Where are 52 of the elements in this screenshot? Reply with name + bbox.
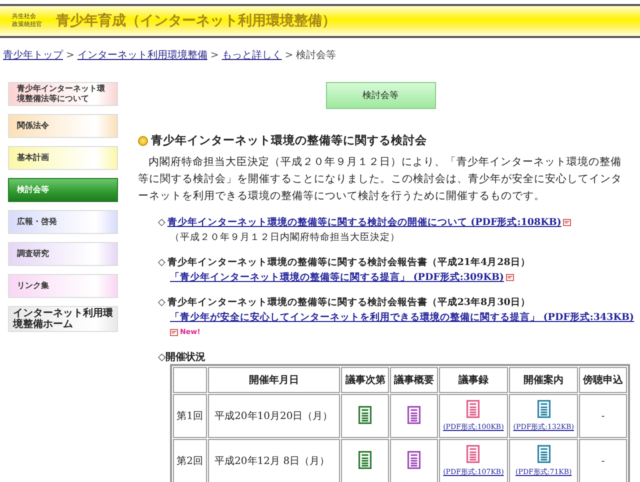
sidebar-item[interactable]: リンク集 bbox=[8, 274, 118, 298]
document-link[interactable]: 「青少年が安全に安心してインターネットを利用できる環境の整備に関する提言」 (PDF形式:343KB) bbox=[170, 310, 634, 325]
table-cell: - bbox=[579, 439, 627, 482]
column-header: 傍聴申込 bbox=[579, 367, 627, 393]
sidebar-item[interactable]: 青少年インターネット環境整備法等について bbox=[8, 82, 118, 106]
document-link[interactable]: 青少年インターネット環境の整備等に関する検討会の開催について (PDF形式:108KB) bbox=[167, 215, 562, 230]
column-header: 開催年月日 bbox=[208, 367, 340, 393]
breadcrumb-link[interactable]: もっと詳しく bbox=[222, 48, 282, 62]
table-cell: - bbox=[579, 394, 627, 438]
sidebar-item[interactable]: 調査研究 bbox=[8, 242, 118, 266]
table-cell: 平成20年12月 8日（月） bbox=[208, 439, 340, 482]
sidebar-item[interactable]: 基本計画 bbox=[8, 146, 118, 170]
document-note: （平成２０年９月１２日内閣府特命担当大臣決定） bbox=[170, 231, 400, 245]
document-icon[interactable] bbox=[466, 400, 480, 418]
sidebar-item[interactable]: 関係法令 bbox=[8, 114, 118, 138]
column-header: 議事次第 bbox=[341, 367, 390, 393]
bullet-dot-icon bbox=[138, 136, 148, 146]
document-icon[interactable] bbox=[536, 445, 551, 463]
column-header: 開催案内 bbox=[509, 367, 578, 393]
sidebar-item[interactable]: 広報・啓発 bbox=[8, 210, 118, 234]
column-header: 議事概要 bbox=[390, 367, 438, 393]
document-icon[interactable] bbox=[407, 406, 422, 424]
table-cell: 第1回 bbox=[173, 394, 207, 438]
document-title: 青少年インターネット環境の整備等に関する検討会報告書（平成21年4月28日） bbox=[167, 256, 530, 270]
document-icon bbox=[170, 329, 178, 336]
section-title: 青少年インターネット環境の整備等に関する検討会 bbox=[151, 133, 427, 148]
table-cell: 平成20年10月20日（月） bbox=[208, 394, 340, 438]
bullet-mark: ◇ bbox=[158, 216, 166, 230]
table-title: ◇開催状況 bbox=[158, 350, 207, 364]
document-icon[interactable] bbox=[358, 450, 372, 468]
breadcrumb-current: 検討会等 bbox=[296, 48, 336, 62]
table-cell: 第2回 bbox=[173, 439, 207, 482]
document-link[interactable]: 「青少年インターネット環境の整備等に関する提言」 (PDF形式:309KB) bbox=[170, 270, 504, 285]
document-icon[interactable] bbox=[358, 406, 372, 424]
breadcrumb-separator: > bbox=[66, 50, 74, 60]
document-icon bbox=[506, 274, 514, 281]
breadcrumb-link[interactable]: 青少年トップ bbox=[3, 48, 63, 62]
document-icon bbox=[563, 219, 572, 226]
sidebar-item[interactable]: インターネット利用環境整備ホーム bbox=[8, 306, 118, 332]
breadcrumb-link[interactable]: インターネット利用環境整備 bbox=[77, 48, 208, 62]
document-icon[interactable] bbox=[407, 450, 422, 468]
document-icon[interactable] bbox=[466, 445, 480, 463]
document-title: 青少年インターネット環境の整備等に関する検討会報告書（平成23年8月30日） bbox=[167, 296, 530, 310]
intro-paragraph: 内閣府特命担当大臣決定（平成２０年９月１２日）により、「青少年インターネット環境の整備等に関する検討会」を開催することになりました。この検討会は、青少年が安全に安心してインターネットを利用できる環境の整備等について検討を行うために開催するものです。 bbox=[138, 155, 623, 204]
breadcrumb-separator: > bbox=[210, 50, 219, 60]
page-heading: 検討会等 bbox=[326, 82, 436, 109]
bullet-mark: ◇ bbox=[158, 256, 166, 270]
document-icon[interactable] bbox=[536, 400, 551, 418]
column-header: 議事録 bbox=[438, 367, 508, 393]
bullet-mark: ◇ bbox=[158, 296, 166, 310]
site-title: 青少年育成（インターネット利用環境整備） bbox=[56, 12, 336, 30]
breadcrumb-separator: > bbox=[284, 50, 294, 60]
